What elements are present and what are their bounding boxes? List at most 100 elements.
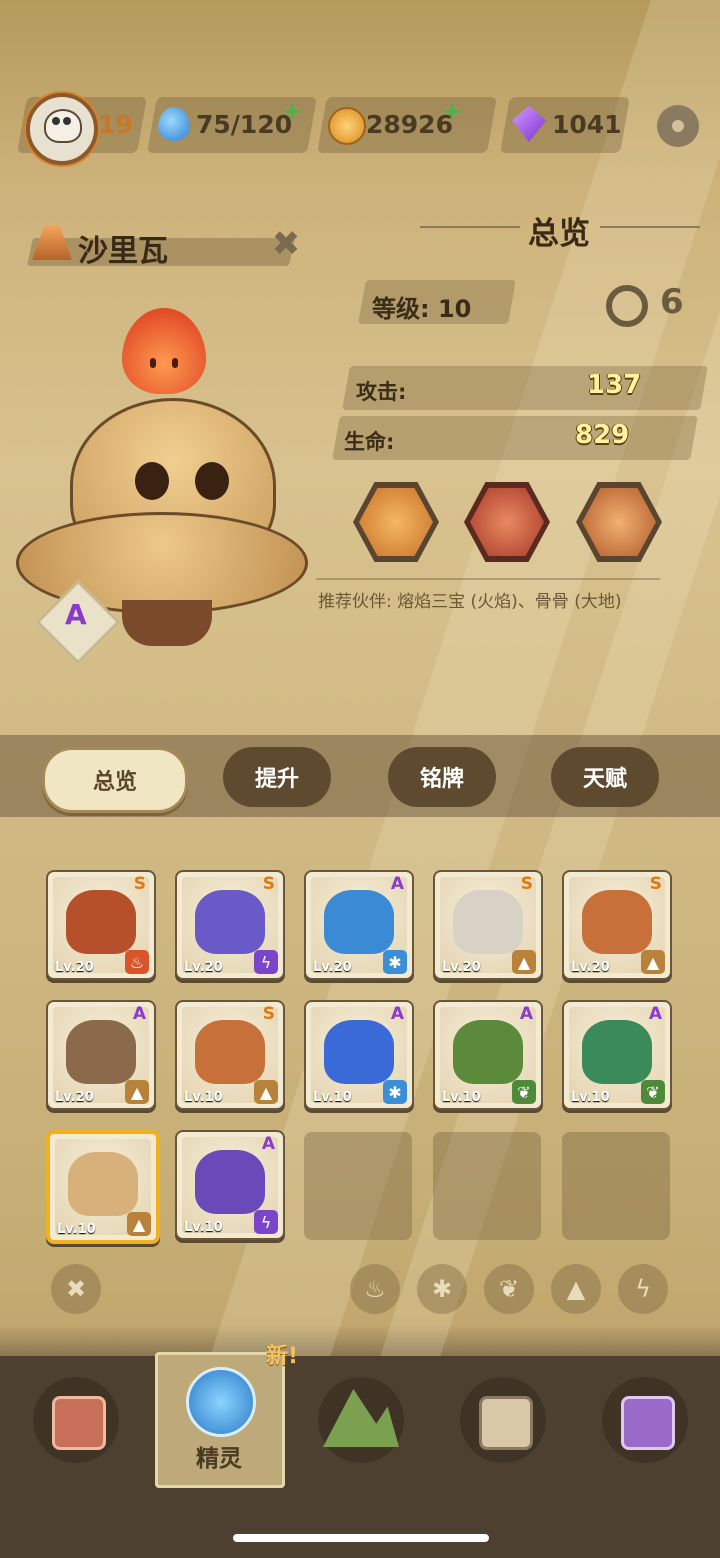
fire-filter-icon[interactable]: ♨ xyxy=(350,1264,400,1314)
chest-icon xyxy=(479,1396,533,1450)
card-level: Lv.10 xyxy=(442,1090,481,1105)
water-drop-icon xyxy=(158,107,190,141)
spirit-card[interactable]: S Lv.20 ▲ xyxy=(562,870,672,980)
spirit-card[interactable]: S Lv.20 ▲ xyxy=(433,870,543,980)
earth-element-icon: ▲ xyxy=(512,950,536,974)
home-indicator[interactable] xyxy=(233,1534,489,1542)
close-icon[interactable]: ✖ xyxy=(270,227,302,261)
spirit-card[interactable]: A Lv.10 ❦ xyxy=(562,1000,672,1110)
coin-icon xyxy=(328,107,366,145)
card-level: Lv.20 xyxy=(442,960,481,975)
spirit-card[interactable]: A Lv.10 ✱ xyxy=(304,1000,414,1110)
nav-spirit-label: 精灵 xyxy=(196,1446,242,1472)
spirit-name: 沙里瓦 xyxy=(78,234,168,269)
spirit-swirl-icon xyxy=(186,1367,256,1437)
creature-portrait xyxy=(324,890,394,954)
divider xyxy=(316,578,660,580)
title-ornament-left xyxy=(420,226,520,228)
card-level: Lv.10 xyxy=(184,1090,223,1105)
skill-slot-1[interactable] xyxy=(353,482,439,562)
creature-portrait xyxy=(68,1152,138,1216)
empty-slot xyxy=(562,1132,670,1240)
thunder-filter-icon[interactable]: ϟ xyxy=(618,1264,668,1314)
card-grade: S xyxy=(133,874,146,894)
creature-portrait xyxy=(195,1150,265,1214)
creature-portrait xyxy=(66,1020,136,1084)
grade-letter: A xyxy=(65,598,87,631)
flame-sprite xyxy=(122,308,206,394)
creature-portrait xyxy=(582,890,652,954)
nav-map-explore[interactable] xyxy=(318,1377,404,1463)
attack-label: 攻击: xyxy=(356,380,407,404)
card-level: Lv.10 xyxy=(571,1090,610,1105)
tab-overview[interactable]: 总览 xyxy=(42,747,188,813)
creature-portrait xyxy=(66,890,136,954)
card-level: Lv.10 xyxy=(184,1220,223,1235)
nav-inventory[interactable] xyxy=(460,1377,546,1463)
card-grade: S xyxy=(649,874,662,894)
tab-upgrade[interactable]: 提升 xyxy=(223,747,331,807)
card-grade: A xyxy=(390,1004,404,1024)
spirit-card[interactable]: S Lv.10 ▲ xyxy=(175,1000,285,1110)
tab-talent[interactable]: 天赋 xyxy=(551,747,659,807)
earth-element-icon xyxy=(32,226,72,260)
ring-icon[interactable] xyxy=(606,285,648,327)
location-pin-icon xyxy=(621,1396,675,1450)
spirit-card[interactable]: Lv.10 ▲ xyxy=(46,1130,160,1244)
player-avatar[interactable] xyxy=(26,93,98,165)
earth-filter-icon[interactable]: ▲ xyxy=(551,1264,601,1314)
nav-spirit[interactable]: 精灵 xyxy=(155,1352,285,1488)
player-level: 19 xyxy=(98,110,133,139)
title-ornament-right xyxy=(600,226,700,228)
thunder-element-icon: ϟ xyxy=(254,950,278,974)
gems-value: 1041 xyxy=(552,110,622,139)
earth-element-icon: ▲ xyxy=(641,950,665,974)
creature-portrait xyxy=(453,890,523,954)
thunder-element-icon: ϟ xyxy=(254,1210,278,1234)
resource-bar: 19 75/120 + 28926 + 1041 xyxy=(0,93,720,165)
card-grade: A xyxy=(648,1004,662,1024)
spirit-card[interactable]: A Lv.20 ▲ xyxy=(46,1000,156,1110)
card-level: Lv.20 xyxy=(571,960,610,975)
hp-value: 829 xyxy=(575,420,630,450)
earth-element-icon: ▲ xyxy=(125,1080,149,1104)
water-value: 75/120 xyxy=(196,110,293,139)
add-water-button[interactable]: + xyxy=(282,97,302,125)
spirit-card[interactable]: A Lv.10 ϟ xyxy=(175,1130,285,1240)
card-level: Lv.20 xyxy=(55,960,94,975)
spirit-card[interactable]: A Lv.20 ✱ xyxy=(304,870,414,980)
tab-badge[interactable]: 铭牌 xyxy=(388,747,496,807)
ice-filter-icon[interactable]: ✱ xyxy=(417,1264,467,1314)
spirit-card[interactable]: S Lv.20 ♨ xyxy=(46,870,156,980)
orbs-skill-icon xyxy=(470,488,544,556)
hp-label: 生命: xyxy=(344,430,395,454)
spirit-legs xyxy=(122,600,212,646)
add-coins-button[interactable]: + xyxy=(442,97,462,125)
card-grade: S xyxy=(520,874,533,894)
spirit-card[interactable]: A Lv.10 ❦ xyxy=(433,1000,543,1110)
card-level: Lv.10 xyxy=(57,1222,96,1237)
card-level: Lv.10 xyxy=(313,1090,352,1105)
earth-element-icon: ▲ xyxy=(127,1212,151,1236)
card-grade: A xyxy=(261,1134,275,1154)
level-label: 等级: 10 xyxy=(372,295,472,323)
card-grade: A xyxy=(390,874,404,894)
mountain-icon xyxy=(323,1389,399,1447)
creature-portrait xyxy=(453,1020,523,1084)
card-level: Lv.20 xyxy=(184,960,223,975)
spirit-portrait: A xyxy=(10,300,310,665)
creature-portrait xyxy=(195,1020,265,1084)
clear-filter-button[interactable]: ✖ xyxy=(51,1264,101,1314)
panel-title: 总览 xyxy=(528,216,590,252)
nav-location[interactable] xyxy=(602,1377,688,1463)
spirit-card[interactable]: S Lv.20 ϟ xyxy=(175,870,285,980)
empty-slot xyxy=(433,1132,541,1240)
earth-element-icon: ▲ xyxy=(254,1080,278,1104)
leaf-filter-icon[interactable]: ❦ xyxy=(484,1264,534,1314)
settings-gear-icon[interactable] xyxy=(657,105,699,147)
fire-element-icon: ♨ xyxy=(125,950,149,974)
leaf-element-icon: ❦ xyxy=(641,1080,665,1104)
card-grade: S xyxy=(262,1004,275,1024)
lock-icon[interactable]: 6 xyxy=(660,282,696,322)
nav-home[interactable] xyxy=(33,1377,119,1463)
